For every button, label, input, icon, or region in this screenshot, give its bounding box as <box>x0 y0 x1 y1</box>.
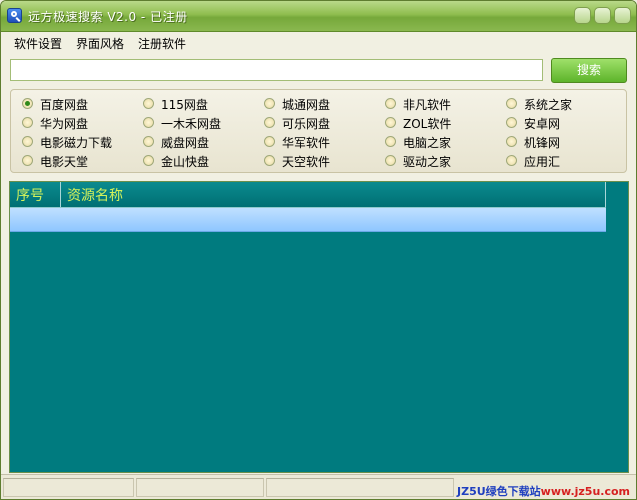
search-input[interactable] <box>10 59 543 81</box>
watermark-cn: 绿色下载站 <box>485 485 541 498</box>
menu-bar: 软件设置 界面风格 注册软件 <box>1 32 636 54</box>
close-button[interactable] <box>614 7 631 24</box>
radio-circle-icon[interactable] <box>143 117 154 128</box>
results-table[interactable]: 序号 资源名称 <box>9 181 629 473</box>
source-radio-label[interactable]: 电影磁力下载 <box>40 134 112 151</box>
column-header-resource-name[interactable]: 资源名称 <box>67 185 123 205</box>
source-radio-label[interactable]: 城通网盘 <box>282 96 330 113</box>
source-radio-label[interactable]: 华军软件 <box>282 134 330 151</box>
app-window: 远方极速搜索 V2.0 - 已注册 软件设置 界面风格 注册软件 搜索 序号 资… <box>0 0 637 500</box>
search-button[interactable]: 搜索 <box>551 58 627 83</box>
source-radio-label[interactable]: 威盘网盘 <box>161 134 209 151</box>
radio-circle-icon[interactable] <box>506 155 517 166</box>
source-radio-label[interactable]: 可乐网盘 <box>282 115 330 132</box>
radio-circle-icon[interactable] <box>22 98 33 109</box>
radio-circle-icon[interactable] <box>506 136 517 147</box>
source-radio-label[interactable]: ZOL软件 <box>403 115 451 132</box>
radio-circle-icon[interactable] <box>264 98 275 109</box>
menu-software-settings[interactable]: 软件设置 <box>14 35 62 52</box>
source-radio-label[interactable]: 应用汇 <box>524 153 560 170</box>
menu-interface-style[interactable]: 界面风格 <box>76 35 124 52</box>
radio-circle-icon[interactable] <box>385 117 396 128</box>
title-bar[interactable]: 远方极速搜索 V2.0 - 已注册 <box>1 1 636 32</box>
source-radio-label[interactable]: 安卓网 <box>524 115 560 132</box>
column-separator[interactable] <box>60 182 61 207</box>
watermark-url: www.jz5u.com <box>540 485 630 498</box>
radio-circle-icon[interactable] <box>22 136 33 147</box>
source-radio-label[interactable]: 电影天堂 <box>40 153 88 170</box>
status-cell <box>136 478 264 497</box>
radio-circle-icon[interactable] <box>385 155 396 166</box>
search-app-icon <box>7 8 22 23</box>
radio-circle-icon[interactable] <box>143 155 154 166</box>
radio-circle-icon[interactable] <box>264 136 275 147</box>
status-cell <box>3 478 134 497</box>
source-radio-label[interactable]: 天空软件 <box>282 153 330 170</box>
minimize-button[interactable] <box>574 7 591 24</box>
table-header: 序号 资源名称 <box>10 182 606 208</box>
column-header-index[interactable]: 序号 <box>16 185 44 205</box>
radio-circle-icon[interactable] <box>385 136 396 147</box>
source-radio-label[interactable]: 金山快盘 <box>161 153 209 170</box>
source-radio-label[interactable]: 115网盘 <box>161 96 208 113</box>
source-radio-label[interactable]: 机锋网 <box>524 134 560 151</box>
table-row-selected[interactable] <box>10 208 606 232</box>
radio-circle-icon[interactable] <box>22 155 33 166</box>
menu-register[interactable]: 注册软件 <box>138 35 186 52</box>
site-watermark: JZ5U绿色下载站www.jz5u.com <box>457 483 630 499</box>
window-title: 远方极速搜索 V2.0 - 已注册 <box>28 10 188 24</box>
source-radio-label[interactable]: 驱动之家 <box>403 153 451 170</box>
radio-circle-icon[interactable] <box>264 155 275 166</box>
source-radio-label[interactable]: 百度网盘 <box>40 96 88 113</box>
radio-circle-icon[interactable] <box>22 117 33 128</box>
radio-circle-icon[interactable] <box>143 136 154 147</box>
maximize-button[interactable] <box>594 7 611 24</box>
radio-circle-icon[interactable] <box>506 98 517 109</box>
source-radio-label[interactable]: 非凡软件 <box>403 96 451 113</box>
source-radio-label[interactable]: 华为网盘 <box>40 115 88 132</box>
source-radio-label[interactable]: 一木禾网盘 <box>161 115 221 132</box>
column-separator[interactable] <box>605 182 606 207</box>
source-radio-label[interactable]: 系统之家 <box>524 96 572 113</box>
source-radio-label[interactable]: 电脑之家 <box>403 134 451 151</box>
radio-circle-icon[interactable] <box>506 117 517 128</box>
radio-circle-icon[interactable] <box>385 98 396 109</box>
radio-circle-icon[interactable] <box>264 117 275 128</box>
radio-circle-icon[interactable] <box>143 98 154 109</box>
watermark-brand: JZ5U <box>457 485 486 498</box>
status-cell <box>266 478 454 497</box>
